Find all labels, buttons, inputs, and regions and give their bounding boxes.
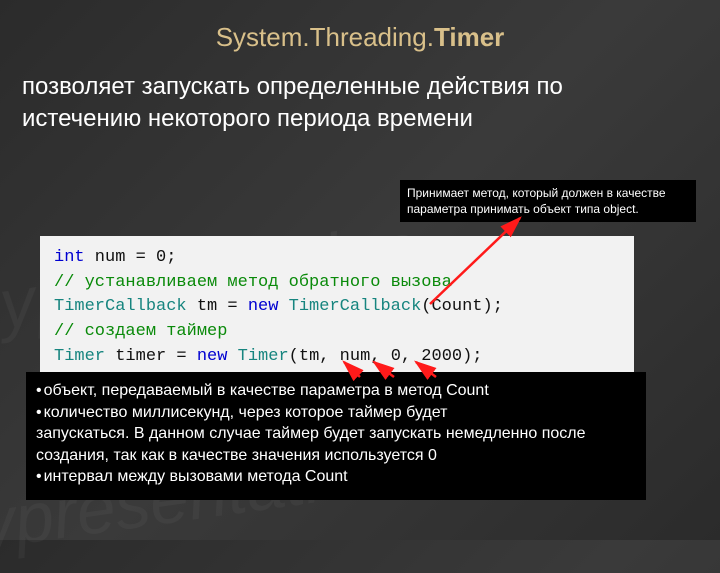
code-text: num = 0; — [85, 248, 177, 267]
note-item: объект, передаваемый в качестве параметр… — [36, 380, 636, 402]
code-comment: // создаем таймер — [54, 322, 227, 341]
note-item: количество миллисекунд, через которое та… — [36, 402, 636, 424]
code-type: TimerCallback — [289, 297, 422, 316]
callout-box: Принимает метод, который должен в качест… — [400, 180, 696, 222]
code-keyword: new — [197, 347, 228, 366]
code-type: Timer — [54, 347, 105, 366]
slide-description: позволяет запускать определенные действи… — [0, 53, 720, 142]
title-prefix: System.Threading. — [216, 22, 434, 52]
code-text — [227, 347, 237, 366]
note-item-continuation: запускаться. В данном случае таймер буде… — [36, 423, 636, 466]
code-type: Timer — [238, 347, 289, 366]
notes-box: объект, передаваемый в качестве параметр… — [26, 372, 646, 500]
code-keyword: new — [248, 297, 279, 316]
code-text — [278, 297, 288, 316]
code-text: (Count); — [421, 297, 503, 316]
code-text: (tm, num, 0, 2000); — [289, 347, 483, 366]
code-keyword: int — [54, 248, 85, 267]
title-bold: Timer — [434, 22, 504, 52]
note-item: интервал между вызовами метода Count — [36, 466, 636, 488]
code-text: timer = — [105, 347, 197, 366]
code-comment: // устанавливаем метод обратного вызова — [54, 273, 452, 292]
code-text: tm = — [187, 297, 248, 316]
slide-title: System.Threading.Timer — [0, 0, 720, 53]
code-block: int num = 0; // устанавливаем метод обра… — [40, 236, 634, 379]
code-type: TimerCallback — [54, 297, 187, 316]
